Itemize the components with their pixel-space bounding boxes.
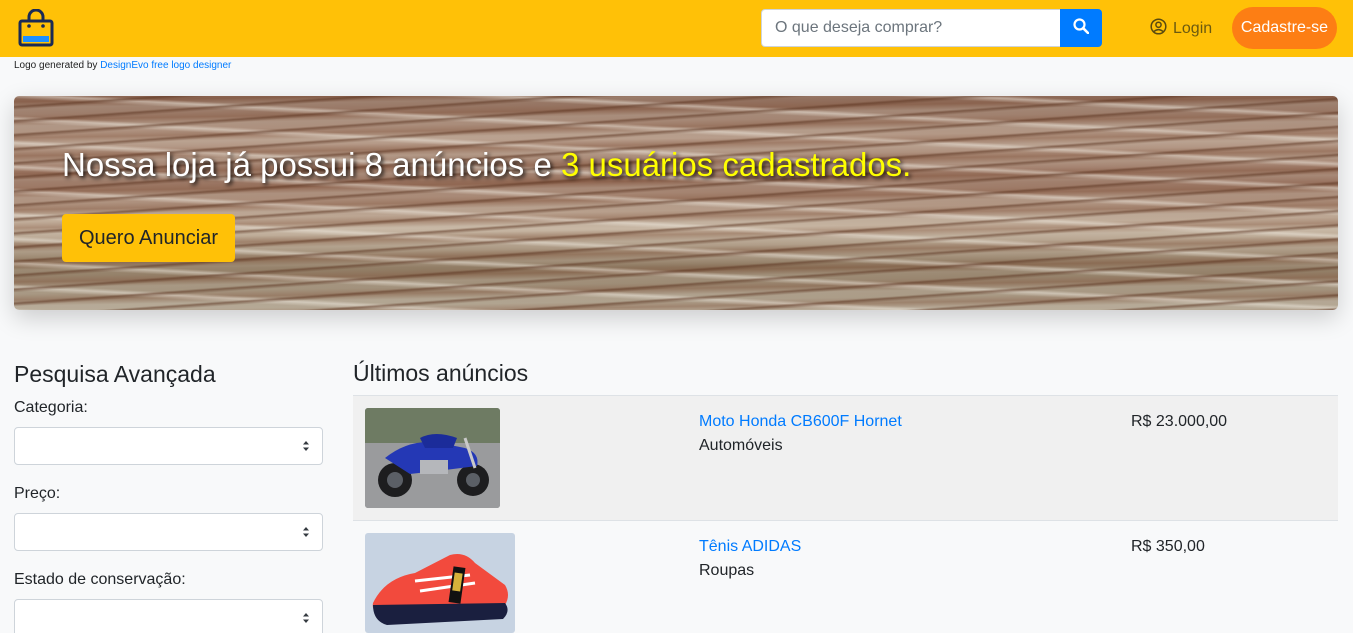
designevo-link[interactable]: DesignEvo free logo designer — [100, 60, 231, 71]
condition-label: Estado de conservação: — [14, 571, 186, 588]
login-label: Login — [1173, 20, 1213, 37]
login-link[interactable]: Login — [1150, 18, 1212, 40]
category-label: Categoria: — [14, 399, 88, 416]
signup-button[interactable]: Cadastre-se — [1232, 7, 1337, 49]
search-button[interactable] — [1060, 9, 1102, 47]
ad-category: Roupas — [699, 562, 755, 579]
credit-prefix: Logo generated by — [14, 60, 98, 71]
ad-price: R$ 350,00 — [1131, 538, 1205, 555]
hero-title-highlight: 3 usuários cadastrados. — [560, 146, 912, 183]
quero-anunciar-button[interactable]: Quero Anunciar — [62, 214, 235, 262]
search-icon — [1073, 17, 1090, 39]
ad-title-link[interactable]: Moto Honda CB600F Hornet — [699, 413, 902, 431]
price-label: Preço: — [14, 485, 61, 502]
ad-category: Automóveis — [699, 437, 783, 454]
category-select[interactable] — [14, 427, 323, 465]
shopping-bag-icon[interactable] — [18, 8, 54, 47]
condition-select[interactable] — [14, 599, 323, 633]
user-circle-icon — [1150, 18, 1167, 40]
advanced-search-title: Pesquisa Avançada — [14, 361, 216, 387]
hero-banner: Nossa loja já possui 8 anúncios e 3 usuá… — [14, 96, 1338, 310]
ad-image-motorcycle[interactable] — [365, 408, 500, 508]
price-select[interactable] — [14, 513, 323, 551]
search-input[interactable] — [761, 9, 1060, 47]
ad-image-sneaker[interactable] — [365, 533, 515, 633]
latest-ads-title: Últimos anúncios — [353, 360, 529, 386]
ad-price: R$ 23.000,00 — [1131, 413, 1228, 430]
hero-title: Nossa loja já possui 8 anúncios e 3 usuá… — [62, 146, 911, 184]
logo-credit: Logo generated by DesignEvo free logo de… — [14, 60, 231, 71]
ad-title-link[interactable]: Tênis ADIDAS — [699, 538, 801, 556]
navbar: Login Cadastre-se — [0, 0, 1353, 57]
hero-title-text: Nossa loja já possui 8 anúncios e — [62, 146, 552, 183]
ad-row: Tênis ADIDAS Roupas R$ 350,00 — [353, 520, 1338, 633]
search-form — [761, 9, 1102, 47]
ad-row: Moto Honda CB600F Hornet Automóveis R$ 2… — [353, 395, 1338, 520]
